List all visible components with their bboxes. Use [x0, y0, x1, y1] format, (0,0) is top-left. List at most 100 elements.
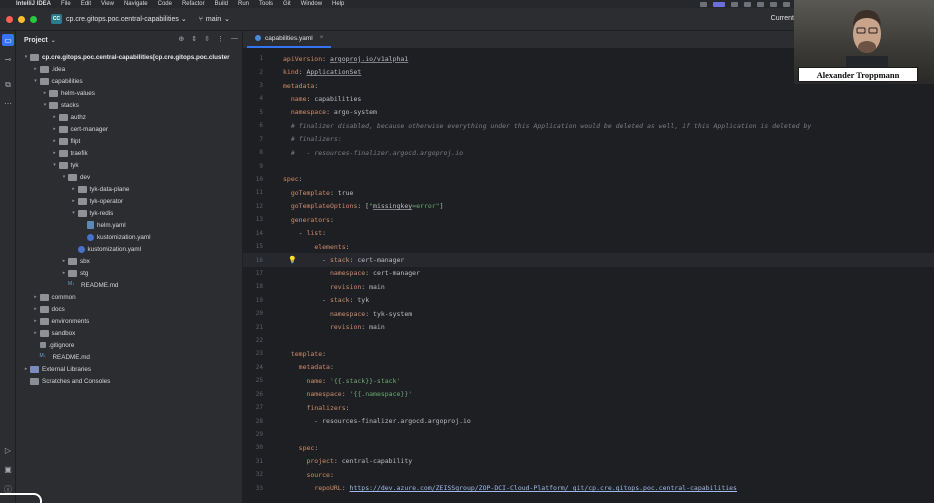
chevron-right-icon[interactable]: ▸ [70, 186, 78, 192]
line-number[interactable]: 6 [243, 122, 263, 129]
code-line[interactable]: 31 project: central-capability [243, 455, 934, 468]
code-line[interactable]: 16 💡 - stack: cert-manager [243, 253, 934, 267]
tree-item[interactable]: M↓ README.md [60, 279, 118, 291]
line-number[interactable]: 3 [243, 82, 263, 89]
code-line[interactable]: 10 spec: [243, 173, 934, 186]
tree-item[interactable]: ▸ .idea [32, 63, 65, 75]
chevron-down-icon[interactable]: ▾ [41, 102, 49, 108]
tree-item[interactable]: helm.yaml [79, 219, 126, 231]
code-line[interactable]: 30 spec: [243, 441, 934, 454]
tree-item[interactable]: ▸ authz [51, 111, 86, 123]
line-number[interactable]: 19 [243, 297, 263, 304]
chevron-right-icon[interactable]: ▸ [22, 366, 30, 372]
tree-item[interactable]: ▾ stacks [41, 99, 79, 111]
code-line[interactable]: 8 # - resources-finalizer.argocd.argopro… [243, 146, 934, 159]
line-number[interactable]: 20 [243, 310, 263, 317]
menu-tools[interactable]: Tools [259, 1, 273, 7]
line-number[interactable]: 22 [243, 337, 263, 344]
locate-icon[interactable]: ⊕ [178, 35, 184, 43]
apple-icon[interactable] [4, 1, 12, 7]
chevron-down-icon[interactable]: ▾ [70, 210, 78, 216]
tree-item[interactable]: ▸ common [32, 291, 76, 303]
chevron-right-icon[interactable]: ▸ [51, 126, 59, 132]
line-number[interactable]: 12 [243, 203, 263, 210]
code-line[interactable]: 12 goTemplateOptions: [" missingkey =error… [243, 200, 934, 213]
tree-item[interactable]: ▸ tyk-data-plane [70, 183, 129, 195]
line-number[interactable]: 30 [243, 444, 263, 451]
run-config-label[interactable]: Current [771, 15, 794, 22]
url-link[interactable]: https://dev.azure.com/ZEISSgroup/ZOP-DCI… [350, 484, 737, 492]
line-number[interactable]: 25 [243, 377, 263, 384]
line-number[interactable]: 10 [243, 176, 263, 183]
close-icon[interactable]: × [320, 35, 324, 41]
tree-item[interactable]: ▾ capabilities [32, 75, 83, 87]
project-folder-icon[interactable]: ▭ [2, 34, 14, 46]
tree-item[interactable]: kustomization.yaml [79, 231, 151, 243]
more-tools-icon[interactable]: ⋯ [2, 97, 14, 109]
menu-file[interactable]: File [61, 1, 71, 7]
line-number[interactable]: 17 [243, 270, 263, 277]
structure-icon[interactable]: ⧉ [2, 79, 14, 91]
line-number[interactable]: 15 [243, 243, 263, 250]
code-line[interactable]: 7 # finalizers: [243, 133, 934, 146]
menu-run[interactable]: Run [238, 1, 249, 7]
tree-item[interactable]: ▸ docs [32, 303, 65, 315]
line-number[interactable]: 8 [243, 149, 263, 156]
menu-app[interactable]: IntelliJ IDEA [16, 1, 51, 7]
chevron-right-icon[interactable]: ▸ [32, 330, 40, 336]
menu-view[interactable]: View [101, 1, 114, 7]
menu-window[interactable]: Window [301, 1, 322, 7]
tray-wifi-icon[interactable] [757, 1, 764, 7]
line-number[interactable]: 32 [243, 471, 263, 478]
branch-switcher[interactable]: ⑂ main ⌄ [199, 15, 230, 24]
tray-battery-icon[interactable] [783, 1, 790, 7]
tree-item[interactable]: ▾ tyk [51, 159, 79, 171]
code-line[interactable]: 23 template: [243, 347, 934, 360]
tree-item[interactable]: ▾ dev [60, 171, 90, 183]
tree-item[interactable]: ▸ cert-manager [51, 123, 108, 135]
line-number[interactable]: 4 [243, 95, 263, 102]
code-line[interactable]: 5 namespace: argo-system [243, 106, 934, 119]
chevron-right-icon[interactable]: ▸ [60, 258, 68, 264]
code-line[interactable]: 6 # finalizer disabled, because otherwis… [243, 119, 934, 132]
chevron-right-icon[interactable]: ▸ [32, 318, 40, 324]
line-number[interactable]: 26 [243, 391, 263, 398]
menu-edit[interactable]: Edit [81, 1, 91, 7]
line-number[interactable]: 7 [243, 136, 263, 143]
menu-refactor[interactable]: Refactor [182, 1, 205, 7]
tree-item[interactable]: ▸ environments [32, 315, 89, 327]
menu-code[interactable]: Code [158, 1, 172, 7]
minimize-window-button[interactable] [18, 15, 25, 23]
code-line[interactable]: 28 - resources-finalizer.argocd.argoproj… [243, 414, 934, 427]
line-number[interactable]: 13 [243, 216, 263, 223]
tree-item[interactable]: ▸ helm-values [41, 87, 95, 99]
tree-item[interactable]: ▾ tyk-redis [70, 207, 113, 219]
tree-item[interactable]: ▸ sandbox [32, 327, 75, 339]
tree-item[interactable]: .gitignore [32, 339, 74, 351]
code-line[interactable]: 21 revision: main [243, 320, 934, 333]
commit-icon[interactable]: ⊸ [2, 53, 14, 65]
run-icon[interactable]: ▷ [2, 444, 14, 456]
tray-meeting-icon[interactable] [713, 1, 725, 7]
chevron-right-icon[interactable]: ▸ [32, 66, 40, 72]
line-number[interactable]: 5 [243, 109, 263, 116]
code-line[interactable]: 25 name: '{{.stack}}-stack' [243, 374, 934, 387]
tray-app-icon[interactable] [700, 1, 707, 7]
chevron-right-icon[interactable]: ▸ [41, 90, 49, 96]
hide-icon[interactable]: — [231, 35, 238, 43]
chevron-right-icon[interactable]: ▸ [70, 198, 78, 204]
code-line[interactable]: 19 - stack: tyk [243, 294, 934, 307]
line-number[interactable]: 1 [243, 55, 263, 62]
tab-capabilities-yaml[interactable]: capabilities.yaml × [247, 30, 332, 48]
tree-item[interactable]: M↓ README.md [32, 351, 90, 363]
intention-bulb-icon[interactable]: 💡 [288, 256, 297, 264]
code-line[interactable]: 29 [243, 428, 934, 441]
tray-record-icon[interactable] [731, 1, 738, 7]
code-line[interactable]: 33 repoURL: https://dev.azure.com/ZEISSg… [243, 481, 934, 494]
line-number[interactable]: 23 [243, 350, 263, 357]
menu-help[interactable]: Help [332, 1, 344, 7]
tray-bluetooth-icon[interactable] [744, 1, 751, 7]
code-line[interactable]: 4 name: capabilities [243, 92, 934, 105]
code-line[interactable]: 9 [243, 159, 934, 172]
chevron-down-icon[interactable]: ▾ [60, 174, 68, 180]
